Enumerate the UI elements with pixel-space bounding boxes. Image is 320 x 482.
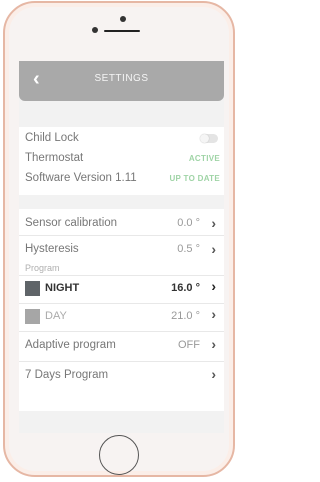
child-lock-toggle[interactable]	[200, 134, 218, 143]
seven-days-program-row[interactable]: 7 Days Program ›	[19, 366, 224, 389]
day-value: 21.0 °	[171, 310, 200, 322]
software-row: Software Version 1.11 UP TO DATE	[19, 172, 224, 190]
chevron-right-icon[interactable]: ›	[211, 241, 216, 257]
divider	[19, 361, 224, 362]
night-row[interactable]: NIGHT 16.0 ° ›	[19, 278, 224, 303]
divider	[19, 235, 224, 236]
divider	[19, 303, 224, 304]
day-color-swatch	[25, 309, 40, 324]
sensor-calibration-value: 0.0 °	[177, 217, 200, 229]
adaptive-program-value: OFF	[178, 339, 200, 351]
adaptive-program-label: Adaptive program	[25, 339, 116, 351]
chevron-right-icon[interactable]: ›	[211, 306, 216, 322]
speaker-grille	[104, 30, 140, 32]
thermostat-status-badge: ACTIVE	[188, 154, 220, 163]
night-label: NIGHT	[45, 282, 80, 294]
toggle-knob	[200, 134, 209, 143]
hysteresis-label: Hysteresis	[25, 243, 79, 255]
night-value: 16.0 °	[171, 282, 200, 294]
app-screen: ‹ SETTINGS Child Lock Thermostat ACTIVE …	[19, 61, 224, 433]
child-lock-row: Child Lock	[19, 132, 224, 150]
chevron-right-icon[interactable]: ›	[211, 366, 216, 382]
top-bar: ‹ SETTINGS	[19, 61, 224, 101]
program-section: Program NIGHT 16.0 ° › DAY 21.0 ° › Adap…	[19, 261, 224, 411]
page-title: SETTINGS	[94, 73, 149, 84]
hysteresis-row[interactable]: Hysteresis 0.5 ° ›	[19, 241, 224, 261]
sensor-dot	[92, 27, 98, 33]
divider	[19, 275, 224, 276]
day-label: DAY	[45, 310, 67, 322]
home-button[interactable]	[99, 435, 139, 475]
day-row[interactable]: DAY 21.0 ° ›	[19, 306, 224, 331]
thermostat-row: Thermostat ACTIVE	[19, 152, 224, 170]
program-heading: Program	[25, 263, 60, 273]
camera-icon	[120, 16, 126, 22]
hysteresis-value: 0.5 °	[177, 243, 200, 255]
night-color-swatch	[25, 281, 40, 296]
chevron-right-icon[interactable]: ›	[211, 278, 216, 294]
child-lock-label: Child Lock	[25, 132, 79, 144]
sensor-calibration-row[interactable]: Sensor calibration 0.0 ° ›	[19, 215, 224, 237]
software-status-badge: UP TO DATE	[169, 174, 220, 183]
software-version-label: Software Version 1.11	[25, 172, 137, 184]
calibration-section: Sensor calibration 0.0 ° › Hysteresis 0.…	[19, 209, 224, 261]
divider	[19, 331, 224, 332]
sensor-calibration-label: Sensor calibration	[25, 217, 118, 229]
chevron-right-icon[interactable]: ›	[211, 336, 216, 352]
status-section: Child Lock Thermostat ACTIVE Software Ve…	[19, 127, 224, 195]
seven-days-program-label: 7 Days Program	[25, 369, 109, 381]
chevron-right-icon[interactable]: ›	[211, 215, 216, 231]
thermostat-label: Thermostat	[25, 152, 84, 164]
adaptive-program-row[interactable]: Adaptive program OFF ›	[19, 336, 224, 359]
